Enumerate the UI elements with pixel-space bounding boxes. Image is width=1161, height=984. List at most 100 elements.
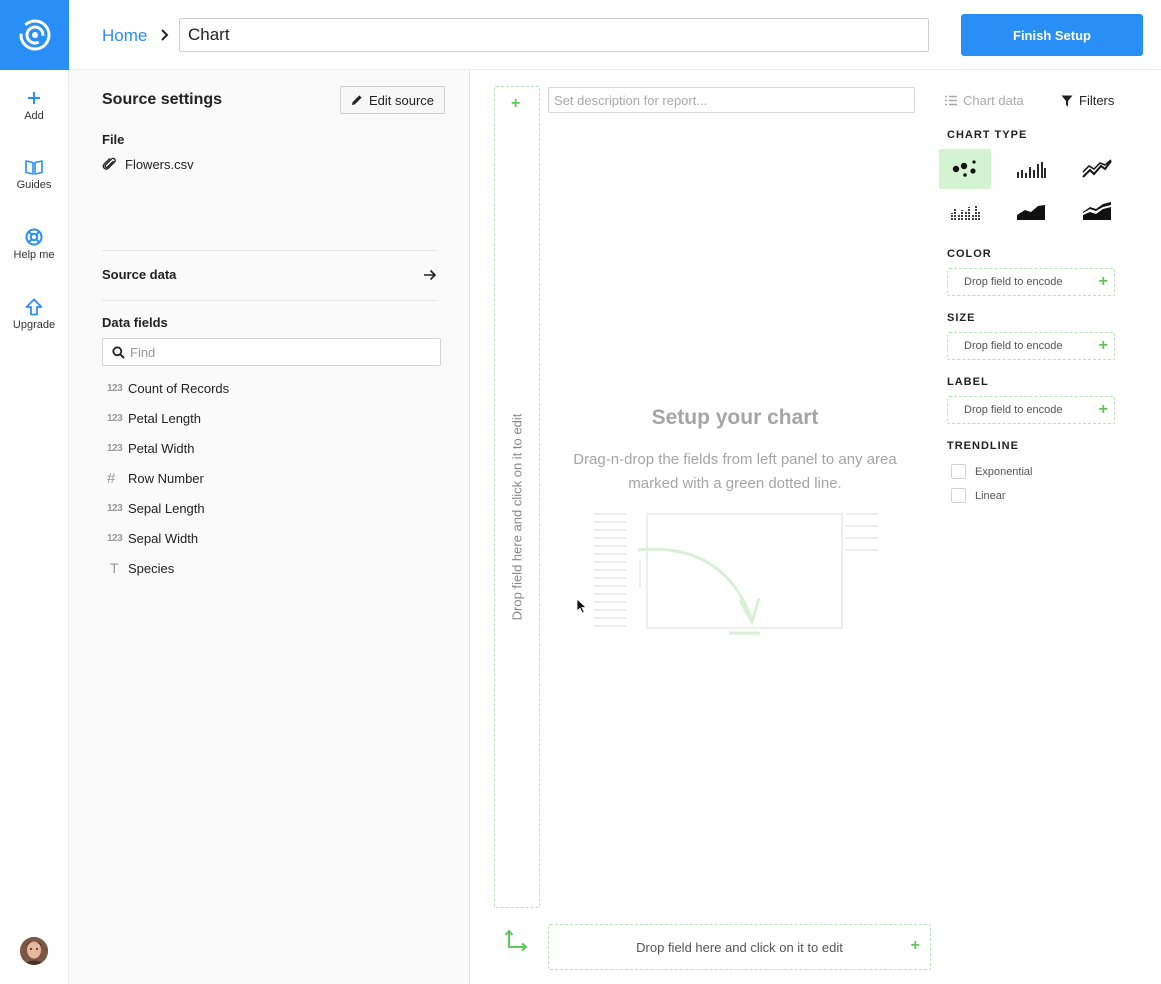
field-label: Species — [128, 560, 175, 576]
tab-filters-label: Filters — [1079, 93, 1115, 108]
upgrade-arrow-icon — [25, 298, 43, 316]
numeric-type-icon: 123 — [107, 442, 123, 454]
app-logo[interactable] — [0, 0, 69, 70]
tab-filters[interactable]: Filters — [1061, 93, 1114, 108]
chart-canvas: + Drop field here and click on it to edi… — [470, 70, 935, 984]
field-sepal-length[interactable]: 123 Sepal Length — [107, 498, 205, 518]
logo-icon — [19, 19, 50, 51]
chart-type-line[interactable] — [1071, 149, 1123, 189]
line-chart-icon — [1082, 159, 1112, 178]
search-icon — [112, 346, 125, 359]
field-row-number[interactable]: # Row Number — [107, 468, 204, 488]
area-chart-icon — [1017, 205, 1045, 220]
linear-label: Linear — [975, 489, 1006, 502]
chart-type-bar[interactable] — [1005, 149, 1057, 189]
field-petal-width[interactable]: 123 Petal Width — [107, 438, 194, 458]
x-axis-drop-label: Drop field here and click on it to edit — [636, 939, 843, 955]
field-count-of-records[interactable]: 123 Count of Records — [107, 378, 229, 398]
scatter-chart-icon — [952, 160, 976, 177]
plus-icon: + — [1098, 401, 1108, 418]
rail-guides[interactable]: Guides — [0, 157, 68, 191]
exponential-label: Exponential — [975, 465, 1033, 478]
field-search-input[interactable] — [130, 343, 430, 361]
axes-swap-icon[interactable] — [504, 928, 530, 954]
trendline-exponential[interactable]: Exponential — [951, 464, 1033, 479]
size-drop-zone[interactable]: Drop field to encode + — [947, 332, 1115, 360]
setup-illustration-icon — [594, 513, 878, 635]
field-label: Sepal Length — [128, 500, 205, 516]
plus-icon: + — [910, 937, 920, 954]
field-label: Petal Width — [128, 440, 195, 456]
linear-checkbox[interactable] — [951, 488, 966, 503]
trendline-linear[interactable]: Linear — [951, 488, 1006, 503]
chart-type-grouped-bar[interactable] — [939, 191, 991, 231]
y-axis-drop-label: Drop field here and click on it to edit — [509, 413, 525, 621]
field-label: Petal Length — [128, 410, 202, 426]
divider-bottom — [102, 300, 437, 301]
source-panel: Source settings Edit source File Flowers… — [69, 70, 470, 984]
rail-help[interactable]: Help me — [0, 227, 68, 261]
numeric-type-icon: 123 — [107, 382, 123, 394]
paperclip-icon — [102, 157, 116, 170]
tab-chart-data-label: Chart data — [963, 93, 1024, 108]
chart-type-area[interactable] — [1005, 191, 1057, 231]
field-species[interactable]: T Species — [107, 558, 174, 578]
field-label: Row Number — [128, 470, 204, 486]
rail-upgrade[interactable]: Upgrade — [0, 297, 68, 331]
numeric-type-icon: 123 — [107, 412, 123, 424]
edit-source-label: Edit source — [368, 92, 435, 108]
numeric-type-icon: 123 — [107, 532, 123, 544]
stacked-area-chart-icon — [1083, 202, 1111, 220]
finish-setup-button[interactable]: Finish Setup — [961, 14, 1143, 56]
file-heading: File — [102, 132, 125, 147]
x-axis-drop-zone[interactable]: Drop field here and click on it to edit … — [548, 924, 931, 970]
user-avatar[interactable] — [20, 937, 48, 965]
data-fields-heading: Data fields — [102, 315, 168, 330]
left-rail: Add Guides Help me Upgrade — [0, 0, 69, 984]
field-sepal-width[interactable]: 123 Sepal Width — [107, 528, 198, 548]
edit-source-button[interactable]: Edit source — [340, 86, 445, 114]
chevron-right-icon — [161, 29, 169, 41]
chart-type-heading: CHART TYPE — [947, 129, 1028, 141]
report-title-input[interactable] — [179, 18, 929, 52]
plus-icon: + — [1098, 273, 1108, 290]
y-axis-drop-zone[interactable]: + Drop field here and click on it to edi… — [494, 86, 540, 908]
breadcrumb-home[interactable]: Home — [102, 26, 147, 46]
rail-upgrade-label: Upgrade — [12, 319, 56, 331]
field-search — [102, 338, 441, 366]
rail-guides-label: Guides — [16, 179, 52, 191]
text-type-icon: T — [110, 560, 119, 576]
trendline-heading: TRENDLINE — [947, 440, 1019, 452]
grouped-bar-chart-icon — [951, 205, 980, 220]
source-data-link[interactable]: Source data — [102, 267, 437, 282]
bar-chart-icon — [1017, 162, 1046, 178]
plus-icon: + — [511, 95, 521, 112]
setup-title: Setup your chart — [651, 406, 819, 429]
field-label: Count of Records — [128, 380, 230, 396]
size-heading: SIZE — [947, 312, 976, 324]
rail-add[interactable]: Add — [0, 88, 68, 122]
file-item[interactable]: Flowers.csv — [102, 157, 194, 172]
color-drop-zone[interactable]: Drop field to encode + — [947, 268, 1115, 296]
lifebuoy-icon — [25, 228, 43, 246]
label-drop-zone[interactable]: Drop field to encode + — [947, 396, 1115, 424]
app-root: Add Guides Help me Upgrade Home Chart Fi… — [0, 0, 1161, 984]
chart-type-stacked-area[interactable] — [1071, 191, 1123, 231]
top-bar: Home Finish Setup — [69, 0, 1161, 70]
rail-help-label: Help me — [13, 249, 55, 261]
report-description-input[interactable] — [548, 87, 915, 113]
chart-type-scatter[interactable] — [939, 149, 991, 189]
book-icon — [25, 160, 43, 175]
exponential-checkbox[interactable] — [951, 464, 966, 479]
plus-icon: + — [1098, 337, 1108, 354]
label-heading: LABEL — [947, 376, 989, 388]
list-icon — [945, 95, 957, 106]
color-heading: COLOR — [947, 248, 992, 260]
setup-hint: Drag-n-drop the fields from left panel t… — [573, 451, 897, 492]
tab-chart-data[interactable]: Chart data — [945, 93, 1024, 108]
pencil-icon — [351, 95, 362, 105]
size-drop-label: Drop field to encode — [964, 340, 1063, 352]
field-petal-length[interactable]: 123 Petal Length — [107, 408, 201, 428]
rail-add-label: Add — [24, 110, 44, 122]
field-label: Sepal Width — [128, 530, 199, 546]
